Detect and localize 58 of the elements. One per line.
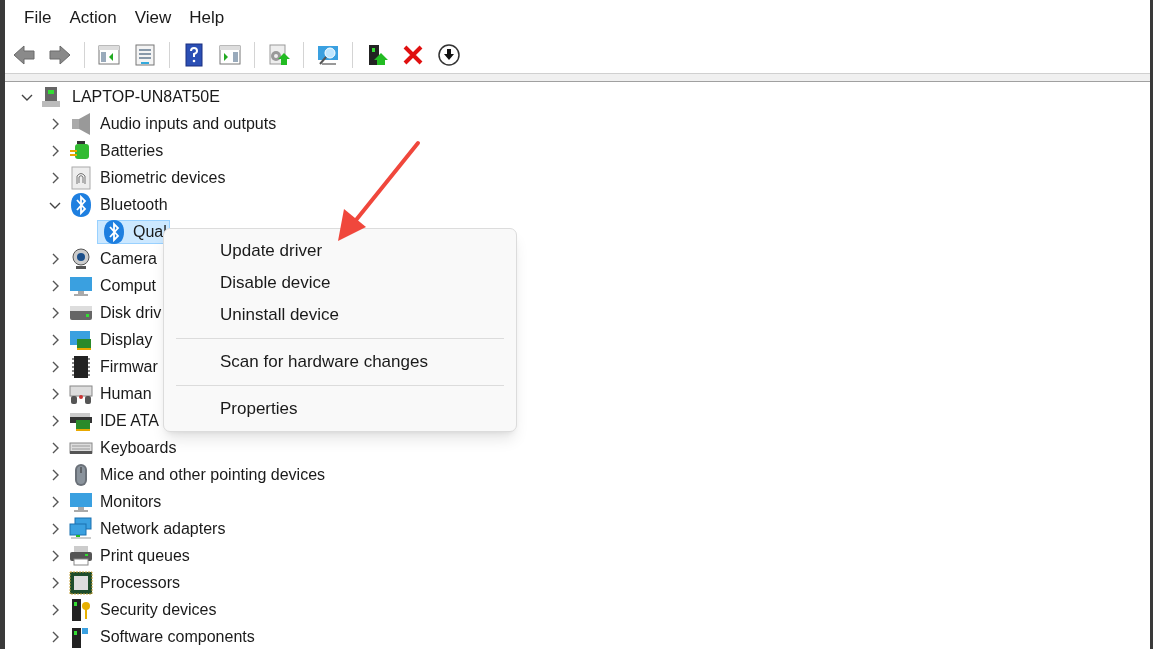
tree-item[interactable]: Monitors	[69, 489, 162, 514]
device-icon	[69, 597, 93, 622]
device-icon	[69, 516, 93, 541]
tree-label: Security devices	[100, 599, 217, 620]
tree-item[interactable]: Processors	[69, 570, 181, 595]
device-icon	[69, 111, 93, 136]
menu-item[interactable]: Help	[182, 3, 232, 33]
tree-label: Print queues	[100, 545, 190, 566]
tree-item[interactable]: IDE ATA	[69, 408, 159, 433]
device-icon	[69, 246, 93, 271]
tree-label: Biometric devices	[100, 167, 226, 188]
context-menu-item[interactable]: Scan for hardware changes	[164, 346, 516, 378]
context-menu-item[interactable]: Uninstall device	[164, 299, 516, 331]
tree-label: LAPTOP-UN8AT50E	[72, 86, 220, 107]
tree-item[interactable]: Disk driv	[69, 300, 162, 325]
tree-label: Mice and other pointing devices	[100, 464, 326, 485]
tree-item[interactable]: Audio inputs and outputs	[69, 111, 277, 136]
tree-label: Disk driv	[100, 302, 162, 323]
device-icon	[69, 543, 93, 568]
tree-label: Processors	[100, 572, 181, 593]
device-icon	[102, 219, 126, 244]
device-icon	[69, 570, 93, 595]
tree-label: Display	[100, 329, 153, 350]
tree-label: IDE ATA	[100, 410, 159, 431]
tree-label: Bluetooth	[100, 194, 168, 215]
tree-item[interactable]: Bluetooth	[69, 192, 168, 217]
tree-item[interactable]: Security devices	[69, 597, 217, 622]
tree-item[interactable]: Keyboards	[69, 435, 177, 460]
context-menu-item[interactable]: Properties	[164, 393, 516, 425]
tree-label: Batteries	[100, 140, 164, 161]
device-icon	[69, 354, 93, 379]
tree-label: Software components	[100, 626, 255, 647]
tree-item[interactable]: Camera	[69, 246, 157, 271]
tree-item[interactable]: Batteries	[69, 138, 164, 163]
tree-item[interactable]: Human	[69, 381, 152, 406]
tree-item[interactable]: Mice and other pointing devices	[69, 462, 326, 487]
tree-label: Firmwar	[100, 356, 158, 377]
menu-item[interactable]: Action	[62, 3, 124, 33]
tree-item[interactable]: Biometric devices	[69, 165, 226, 190]
tree-item[interactable]: Print queues	[69, 543, 190, 568]
tree-label: Audio inputs and outputs	[100, 113, 277, 134]
tree-item[interactable]: Network adapters	[69, 516, 226, 541]
device-icon	[69, 192, 93, 217]
tree-label: Camera	[100, 248, 157, 269]
menu-item[interactable]: View	[127, 3, 179, 33]
tree-item[interactable]: Display	[69, 327, 153, 352]
tree-item[interactable]: Software components	[69, 624, 255, 649]
device-icon	[69, 165, 93, 190]
tree-item[interactable]: LAPTOP-UN8AT50E	[41, 84, 220, 109]
tree-item[interactable]: Firmwar	[69, 354, 158, 379]
tree-label: Monitors	[100, 491, 162, 512]
tree-label: Comput	[100, 275, 157, 296]
tree-item[interactable]: Comput	[69, 273, 157, 298]
context-menu-item[interactable]: Disable device	[164, 267, 516, 299]
menu-item[interactable]: File	[17, 3, 59, 33]
tree-label: Keyboards	[100, 437, 177, 458]
tree-label: Human	[100, 383, 152, 404]
tree-label: Network adapters	[100, 518, 226, 539]
